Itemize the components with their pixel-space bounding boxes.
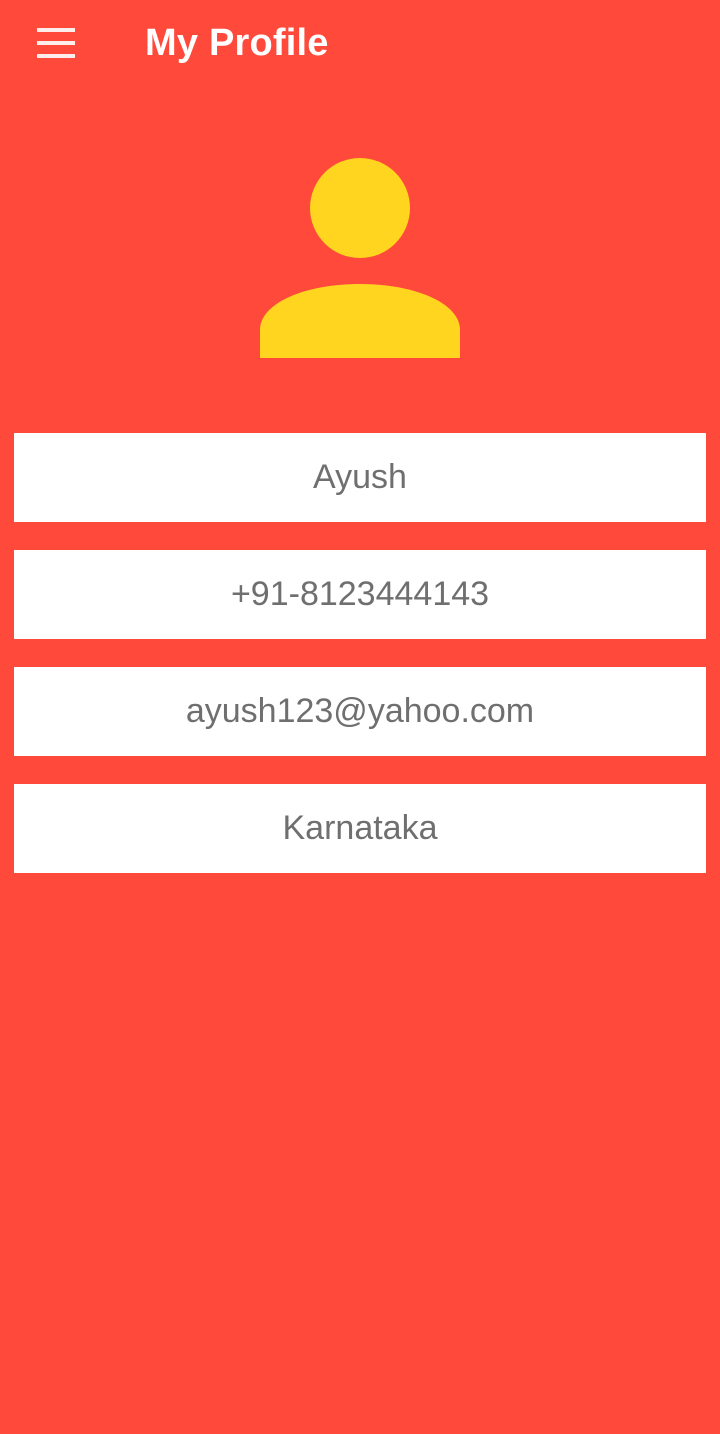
email-field[interactable]: ayush123@yahoo.com [14,667,706,756]
person-icon-body [260,284,460,358]
state-field[interactable]: Karnataka [14,784,706,873]
person-icon-head [310,158,410,258]
profile-fields: Ayush +91-8123444143 ayush123@yahoo.com … [14,433,706,901]
app-bar: My Profile [0,0,720,92]
name-field[interactable]: Ayush [14,433,706,522]
avatar [260,158,460,360]
phone-field[interactable]: +91-8123444143 [14,550,706,639]
menu-button[interactable] [24,18,88,70]
page-title: My Profile [145,22,329,64]
person-icon [260,158,460,358]
